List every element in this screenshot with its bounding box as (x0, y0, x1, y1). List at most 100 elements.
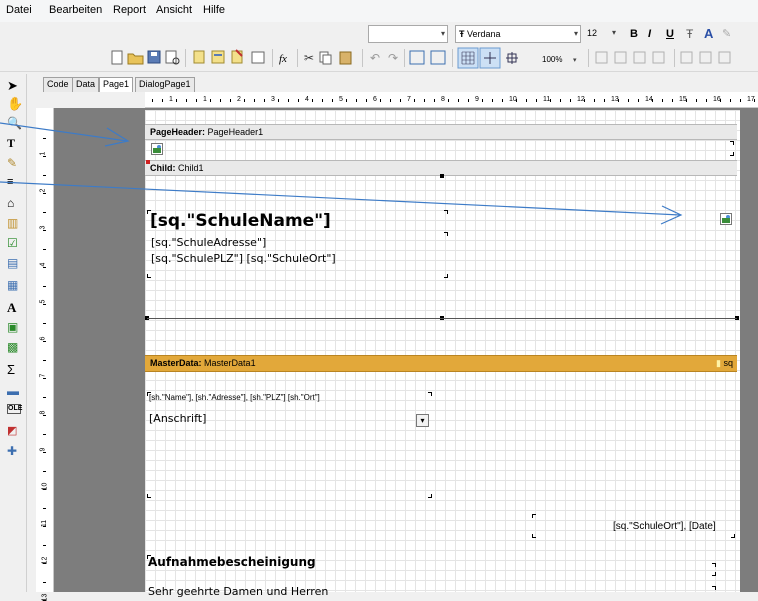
font-name-combo[interactable]: Ŧ Verdana ▾ (455, 25, 581, 43)
ruler-v-tick (43, 526, 46, 527)
menu-hilfe[interactable]: Hilfe (203, 4, 225, 16)
school-address-field[interactable]: [sq."SchuleAdresse"] (151, 236, 266, 249)
copy-icon[interactable] (319, 51, 332, 65)
ruler-h-tick (424, 99, 425, 102)
font-color-icon[interactable]: A (704, 26, 713, 41)
delete-page-icon[interactable] (231, 49, 243, 64)
resize-handle[interactable] (440, 174, 444, 178)
ruler-v-label: 6 (39, 336, 47, 341)
report-page[interactable] (145, 110, 740, 592)
new-dialog-icon[interactable] (211, 50, 225, 64)
bold-button[interactable]: B (630, 28, 638, 40)
svg-text:↷: ↷ (388, 51, 398, 65)
subreport-tool-icon[interactable]: ▩ (7, 340, 21, 354)
ruler-v-tick (43, 508, 46, 509)
ruler-h-tick (638, 99, 639, 102)
save-icon[interactable] (147, 50, 161, 64)
bank-icon[interactable]: ⌂ (7, 196, 21, 210)
corner-mark (444, 274, 448, 278)
band-tool-icon[interactable]: ≡ (7, 176, 21, 190)
dropdown-arrow-icon[interactable]: ▾ (416, 414, 429, 427)
preview-icon[interactable] (165, 50, 180, 65)
ruler-h-tick (536, 99, 537, 102)
ruler-h-label: 4 (305, 96, 309, 103)
ruler-h-label: 6 (373, 96, 377, 103)
recipient-line-field[interactable]: [sh."Name"], [sh."Adresse"], [sh."PLZ"] … (149, 393, 320, 402)
align-icons[interactable] (595, 51, 731, 64)
more-tools-icon[interactable]: ✚ (7, 444, 21, 458)
chart-tool-icon[interactable]: ▥ (7, 216, 21, 230)
tab-dialogpage1[interactable]: DialogPage1 (135, 77, 195, 92)
ruler-v-tick (43, 286, 46, 287)
new-file-icon[interactable] (111, 50, 123, 65)
ruler-h-tick (458, 99, 459, 102)
ruler-v-tick (43, 452, 46, 453)
cut-icon[interactable]: ✂ (304, 51, 314, 65)
select-tool-icon[interactable]: ➤ (7, 78, 21, 93)
redo-icon[interactable]: ↷ (388, 51, 398, 65)
ungroup-icon[interactable] (430, 50, 446, 65)
line-tool-icon[interactable]: ▬ (7, 384, 21, 398)
italic-button[interactable]: I (648, 28, 651, 40)
place-date-field[interactable]: [sq."SchuleOrt"], [Date] (613, 521, 716, 532)
picture-tool-icon[interactable]: ▣ (7, 320, 21, 334)
font-size-combo[interactable]: 12 ▾ (584, 25, 618, 43)
school-logo-picture-icon[interactable] (720, 213, 732, 225)
fit-grid-icon[interactable] (506, 52, 518, 64)
menu-report[interactable]: Report (113, 4, 146, 16)
new-page-icon[interactable] (193, 50, 205, 64)
ruler-h-tick (740, 99, 741, 102)
snap-grid-icon[interactable] (479, 47, 501, 69)
checkbox-tool-icon[interactable]: ☑ (7, 236, 21, 250)
menu-ansicht[interactable]: Ansicht (156, 4, 192, 16)
page-settings-icon[interactable] (251, 51, 265, 64)
ruler-h-tick (332, 99, 333, 102)
richtext-tool-icon[interactable]: ▤ (7, 256, 21, 270)
paste-icon[interactable] (339, 51, 352, 65)
font-settings-icon[interactable]: Ŧ (686, 27, 693, 41)
hand-tool-icon[interactable]: ✋ (7, 96, 23, 111)
page-header-picture-icon[interactable] (151, 143, 163, 155)
menu-bearbeiten[interactable]: Bearbeiten (49, 4, 102, 16)
style-combo[interactable]: ▾ (368, 25, 448, 43)
group-icon[interactable] (409, 50, 425, 65)
salutation-field[interactable]: [Anschrift] (149, 412, 206, 425)
menu-datei[interactable]: Datei (6, 4, 32, 16)
format-painter-icon[interactable]: ✎ (7, 156, 21, 170)
zoom-value[interactable]: 100% (542, 55, 562, 64)
ruler-h-tick (380, 99, 381, 102)
menu-bar: Datei Bearbeiten Report Ansicht Hilfe (0, 0, 758, 22)
open-folder-icon[interactable] (127, 53, 144, 65)
ruler-v-tick (43, 397, 46, 398)
ruler-h-tick (220, 99, 221, 102)
ruler-h-tick (526, 99, 527, 102)
band-masterdata[interactable]: MasterData: MasterData1 ▮ sq (145, 355, 737, 372)
ruler-v-tick (43, 249, 46, 250)
band-divider (147, 318, 737, 319)
undo-icon[interactable]: ↶ (370, 51, 380, 65)
grid-icon[interactable] (457, 47, 479, 69)
underline-button[interactable]: U (666, 28, 674, 40)
highlight-icon[interactable]: ✎ (722, 27, 731, 40)
ruler-h-label: 9 (475, 96, 479, 103)
tab-data[interactable]: Data (72, 77, 100, 92)
text-tool-icon[interactable]: T (7, 136, 21, 150)
school-zip-city-field[interactable]: [sq."SchulePLZ"] [sq."SchuleOrt"] (151, 252, 336, 265)
school-name-field[interactable]: [sq."SchuleName"] (150, 211, 331, 231)
tab-page1[interactable]: Page1 (99, 77, 134, 92)
horizontal-ruler: 1 1 2 3 4 5 6 7 8 9 10 11 12 13 14 15 16 17 (145, 92, 758, 108)
band-page-header[interactable]: PageHeader: PageHeader1 (145, 124, 737, 140)
ruler-h-tick (686, 99, 687, 102)
label-tool-icon[interactable]: A (7, 300, 21, 315)
function-icon[interactable]: fx (279, 53, 287, 65)
ole-tool-icon[interactable]: OLE (7, 404, 22, 414)
tab-code[interactable]: Code (43, 77, 73, 92)
diagram-tool-icon[interactable]: ◩ (7, 424, 21, 438)
title-field[interactable]: Aufnahmebescheinigung (148, 555, 316, 569)
zoom-tool-icon[interactable]: 🔍 (7, 116, 22, 130)
ruler-h-tick (720, 99, 721, 102)
ruler-h-tick (162, 99, 163, 102)
crosstab-tool-icon[interactable]: ▦ (7, 278, 21, 292)
ruler-h-tick (618, 99, 619, 102)
sum-tool-icon[interactable]: Σ (7, 362, 21, 377)
